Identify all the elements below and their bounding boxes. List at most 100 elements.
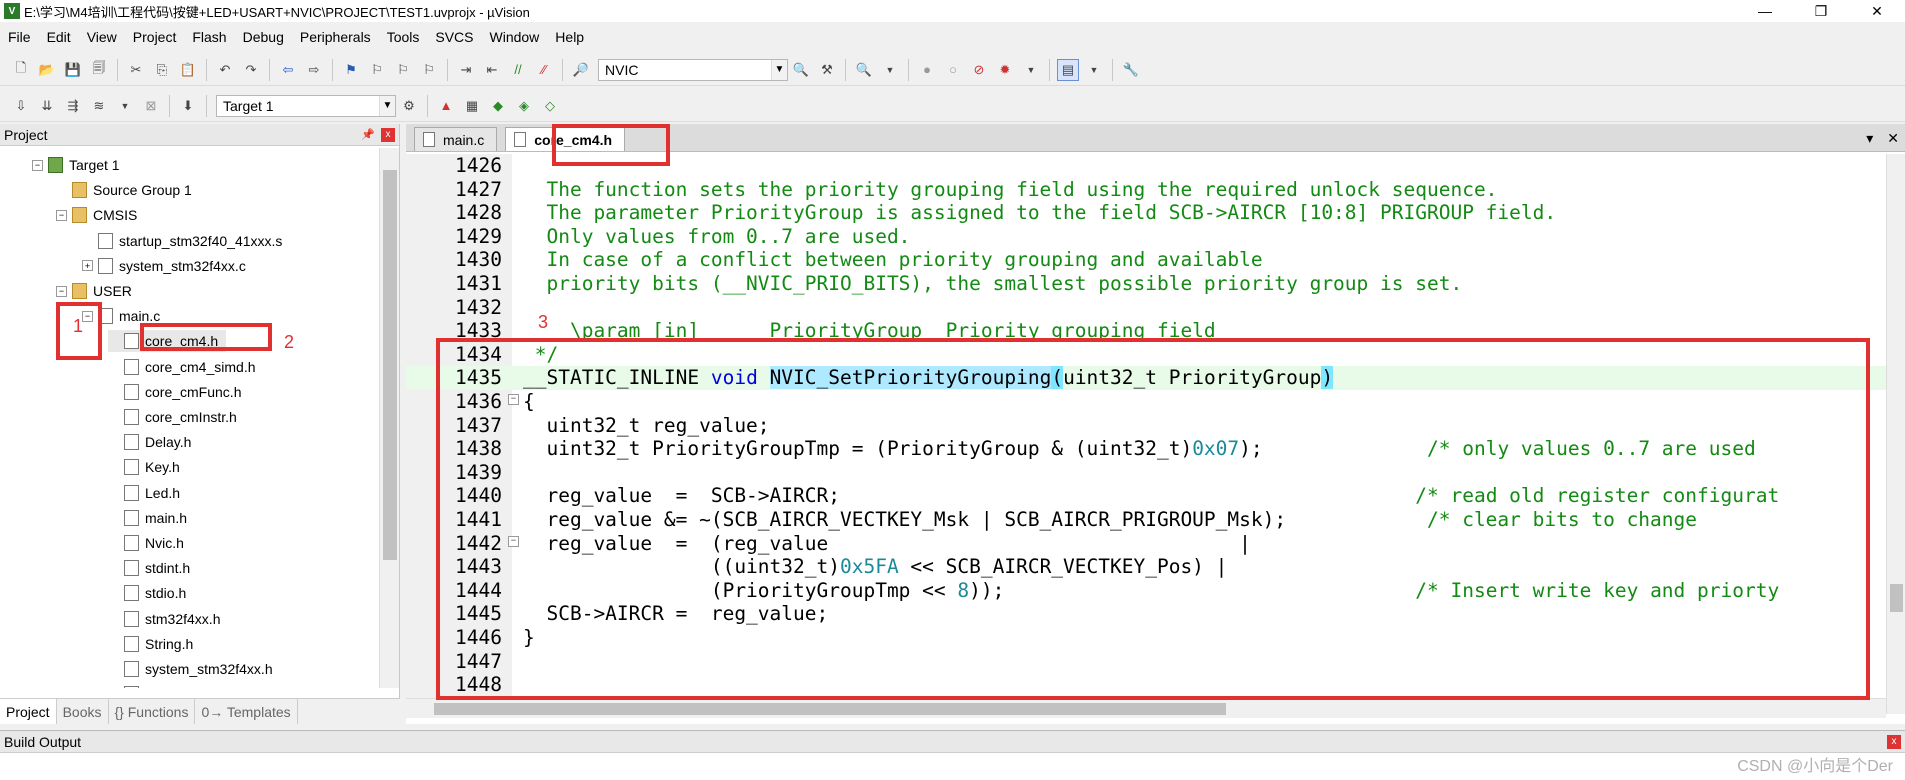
- menu-flash[interactable]: Flash: [184, 29, 234, 45]
- code-line[interactable]: 1427 The function sets the priority grou…: [406, 178, 1886, 202]
- code-line[interactable]: 1429 Only values from 0..7 are used.: [406, 225, 1886, 249]
- editor-horizontal-scrollbar[interactable]: [406, 698, 1886, 718]
- debug-start-icon[interactable]: 🔍: [853, 59, 875, 81]
- tab-functions[interactable]: {} Functions: [109, 699, 196, 724]
- scrollbar-thumb[interactable]: [383, 170, 397, 560]
- find-in-files-icon[interactable]: 🔎: [570, 59, 592, 81]
- tab-list-dropdown[interactable]: ▾: [1866, 130, 1873, 147]
- minimize-button[interactable]: —: [1737, 0, 1793, 22]
- kill-breakpoints-icon[interactable]: ✹: [994, 59, 1016, 81]
- save-all-icon[interactable]: 🗐: [88, 59, 110, 81]
- code-line[interactable]: 1432: [406, 296, 1886, 320]
- code-line[interactable]: 1428 The parameter PriorityGroup is assi…: [406, 201, 1886, 225]
- disable-breakpoints-icon[interactable]: ⊘: [968, 59, 990, 81]
- run-time-environment-icon[interactable]: ◇: [539, 95, 561, 117]
- paste-icon[interactable]: 📋: [177, 59, 199, 81]
- scrollbar-thumb[interactable]: [1890, 584, 1903, 612]
- download-icon[interactable]: ⬇: [177, 95, 199, 117]
- tree-item[interactable]: Key.h: [108, 456, 180, 478]
- tree-item[interactable]: Nvic.h: [108, 532, 184, 554]
- find-icon[interactable]: 🔍: [790, 59, 812, 81]
- translate-icon[interactable]: ⇩: [10, 95, 32, 117]
- tree-item[interactable]: String.h: [108, 633, 193, 655]
- tree-item[interactable]: − Target 1: [32, 154, 120, 176]
- expand-toggle-icon[interactable]: −: [56, 285, 67, 297]
- expand-toggle-icon[interactable]: −: [56, 209, 67, 221]
- nav-back-icon[interactable]: ⇦: [277, 59, 299, 81]
- tab-books[interactable]: Books: [57, 699, 109, 724]
- code-line[interactable]: 1431 priority bits (__NVIC_PRIO_BITS), t…: [406, 272, 1886, 296]
- uncomment-icon[interactable]: ⁄⁄: [533, 59, 555, 81]
- scrollbar-thumb[interactable]: [434, 703, 1226, 715]
- comment-icon[interactable]: //: [507, 59, 529, 81]
- tree-item[interactable]: Usart1.h: [108, 683, 198, 688]
- next-bookmark-icon[interactable]: ⚐: [392, 59, 414, 81]
- new-file-icon[interactable]: 🗋: [10, 59, 32, 81]
- prev-bookmark-icon[interactable]: ⚐: [366, 59, 388, 81]
- menu-window[interactable]: Window: [482, 29, 548, 45]
- menu-debug[interactable]: Debug: [235, 29, 292, 45]
- tree-item[interactable]: core_cmFunc.h: [108, 381, 241, 403]
- bookmark-icon[interactable]: ⚑: [340, 59, 362, 81]
- tree-item[interactable]: − USER: [56, 280, 132, 302]
- menu-help[interactable]: Help: [547, 29, 592, 45]
- select-pack-icon[interactable]: ◆: [487, 95, 509, 117]
- tree-item[interactable]: stm32f4xx.h: [108, 608, 220, 630]
- batch-dropdown-icon[interactable]: ▼: [114, 95, 136, 117]
- close-icon[interactable]: x: [381, 127, 395, 142]
- menu-project[interactable]: Project: [125, 29, 185, 45]
- unindent-icon[interactable]: ⇤: [481, 59, 503, 81]
- undo-icon[interactable]: ↶: [214, 59, 236, 81]
- tab-project[interactable]: Project: [0, 699, 57, 724]
- clear-bookmarks-icon[interactable]: ⚐: [418, 59, 440, 81]
- batch-build-icon[interactable]: ≋: [88, 95, 110, 117]
- enable-breakpoint-icon[interactable]: ○: [942, 59, 964, 81]
- pack-installer-icon[interactable]: ◈: [513, 95, 535, 117]
- tree-item[interactable]: core_cm4_simd.h: [108, 356, 256, 378]
- incremental-find-icon[interactable]: ⚒: [816, 59, 838, 81]
- menu-edit[interactable]: Edit: [39, 29, 79, 45]
- open-folder-icon[interactable]: 📂: [36, 59, 58, 81]
- code-line[interactable]: 1430 In case of a conflict between prior…: [406, 248, 1886, 272]
- chevron-down-icon[interactable]: ▼: [771, 59, 787, 80]
- tree-item[interactable]: system_stm32f4xx.h: [108, 658, 273, 680]
- tree-item[interactable]: Source Group 1: [56, 179, 192, 201]
- editor-vertical-scrollbar[interactable]: [1886, 154, 1905, 714]
- tree-item[interactable]: core_cmInstr.h: [108, 406, 237, 428]
- window-layout-dropdown-icon[interactable]: ▼: [1083, 59, 1105, 81]
- tab-templates[interactable]: 0→ Templates: [195, 699, 298, 724]
- project-scrollbar[interactable]: [379, 148, 399, 688]
- file-extensions-icon[interactable]: ▲: [435, 95, 457, 117]
- close-tab-button[interactable]: ✕: [1887, 130, 1899, 147]
- close-icon[interactable]: x: [1887, 734, 1901, 749]
- expand-toggle-icon[interactable]: −: [32, 159, 43, 171]
- menu-view[interactable]: View: [79, 29, 125, 45]
- expand-toggle-icon[interactable]: +: [82, 260, 93, 272]
- nav-forward-icon[interactable]: ⇨: [303, 59, 325, 81]
- indent-icon[interactable]: ⇥: [455, 59, 477, 81]
- redo-icon[interactable]: ↷: [240, 59, 262, 81]
- target-options-icon[interactable]: ⚙: [398, 95, 420, 117]
- copy-icon[interactable]: ⎘: [151, 59, 173, 81]
- breakpoint-dropdown-icon[interactable]: ▼: [1020, 59, 1042, 81]
- tree-item[interactable]: − CMSIS: [56, 204, 137, 226]
- stop-build-icon[interactable]: ⊠: [140, 95, 162, 117]
- pin-icon[interactable]: 📌: [361, 128, 375, 141]
- search-combo[interactable]: NVIC ▼: [598, 58, 788, 81]
- menu-tools[interactable]: Tools: [379, 29, 428, 45]
- tab-main-c[interactable]: main.c: [414, 127, 498, 151]
- tree-item[interactable]: Delay.h: [108, 431, 191, 453]
- tree-item[interactable]: stdint.h: [108, 557, 190, 579]
- rebuild-icon[interactable]: ⇶: [62, 95, 84, 117]
- build-icon[interactable]: ⇊: [36, 95, 58, 117]
- menu-svcs[interactable]: SVCS: [427, 29, 481, 45]
- breakpoint-icon[interactable]: ●: [916, 59, 938, 81]
- cut-icon[interactable]: ✂: [125, 59, 147, 81]
- tree-item[interactable]: stdio.h: [108, 582, 186, 604]
- manage-components-icon[interactable]: ▦: [461, 95, 483, 117]
- chevron-down-icon[interactable]: ▼: [379, 95, 395, 116]
- tree-item[interactable]: + system_stm32f4xx.c: [82, 255, 246, 277]
- window-layout-icon[interactable]: ▤: [1057, 58, 1079, 81]
- configure-icon[interactable]: 🔧: [1120, 59, 1142, 81]
- tree-item[interactable]: main.h: [108, 507, 187, 529]
